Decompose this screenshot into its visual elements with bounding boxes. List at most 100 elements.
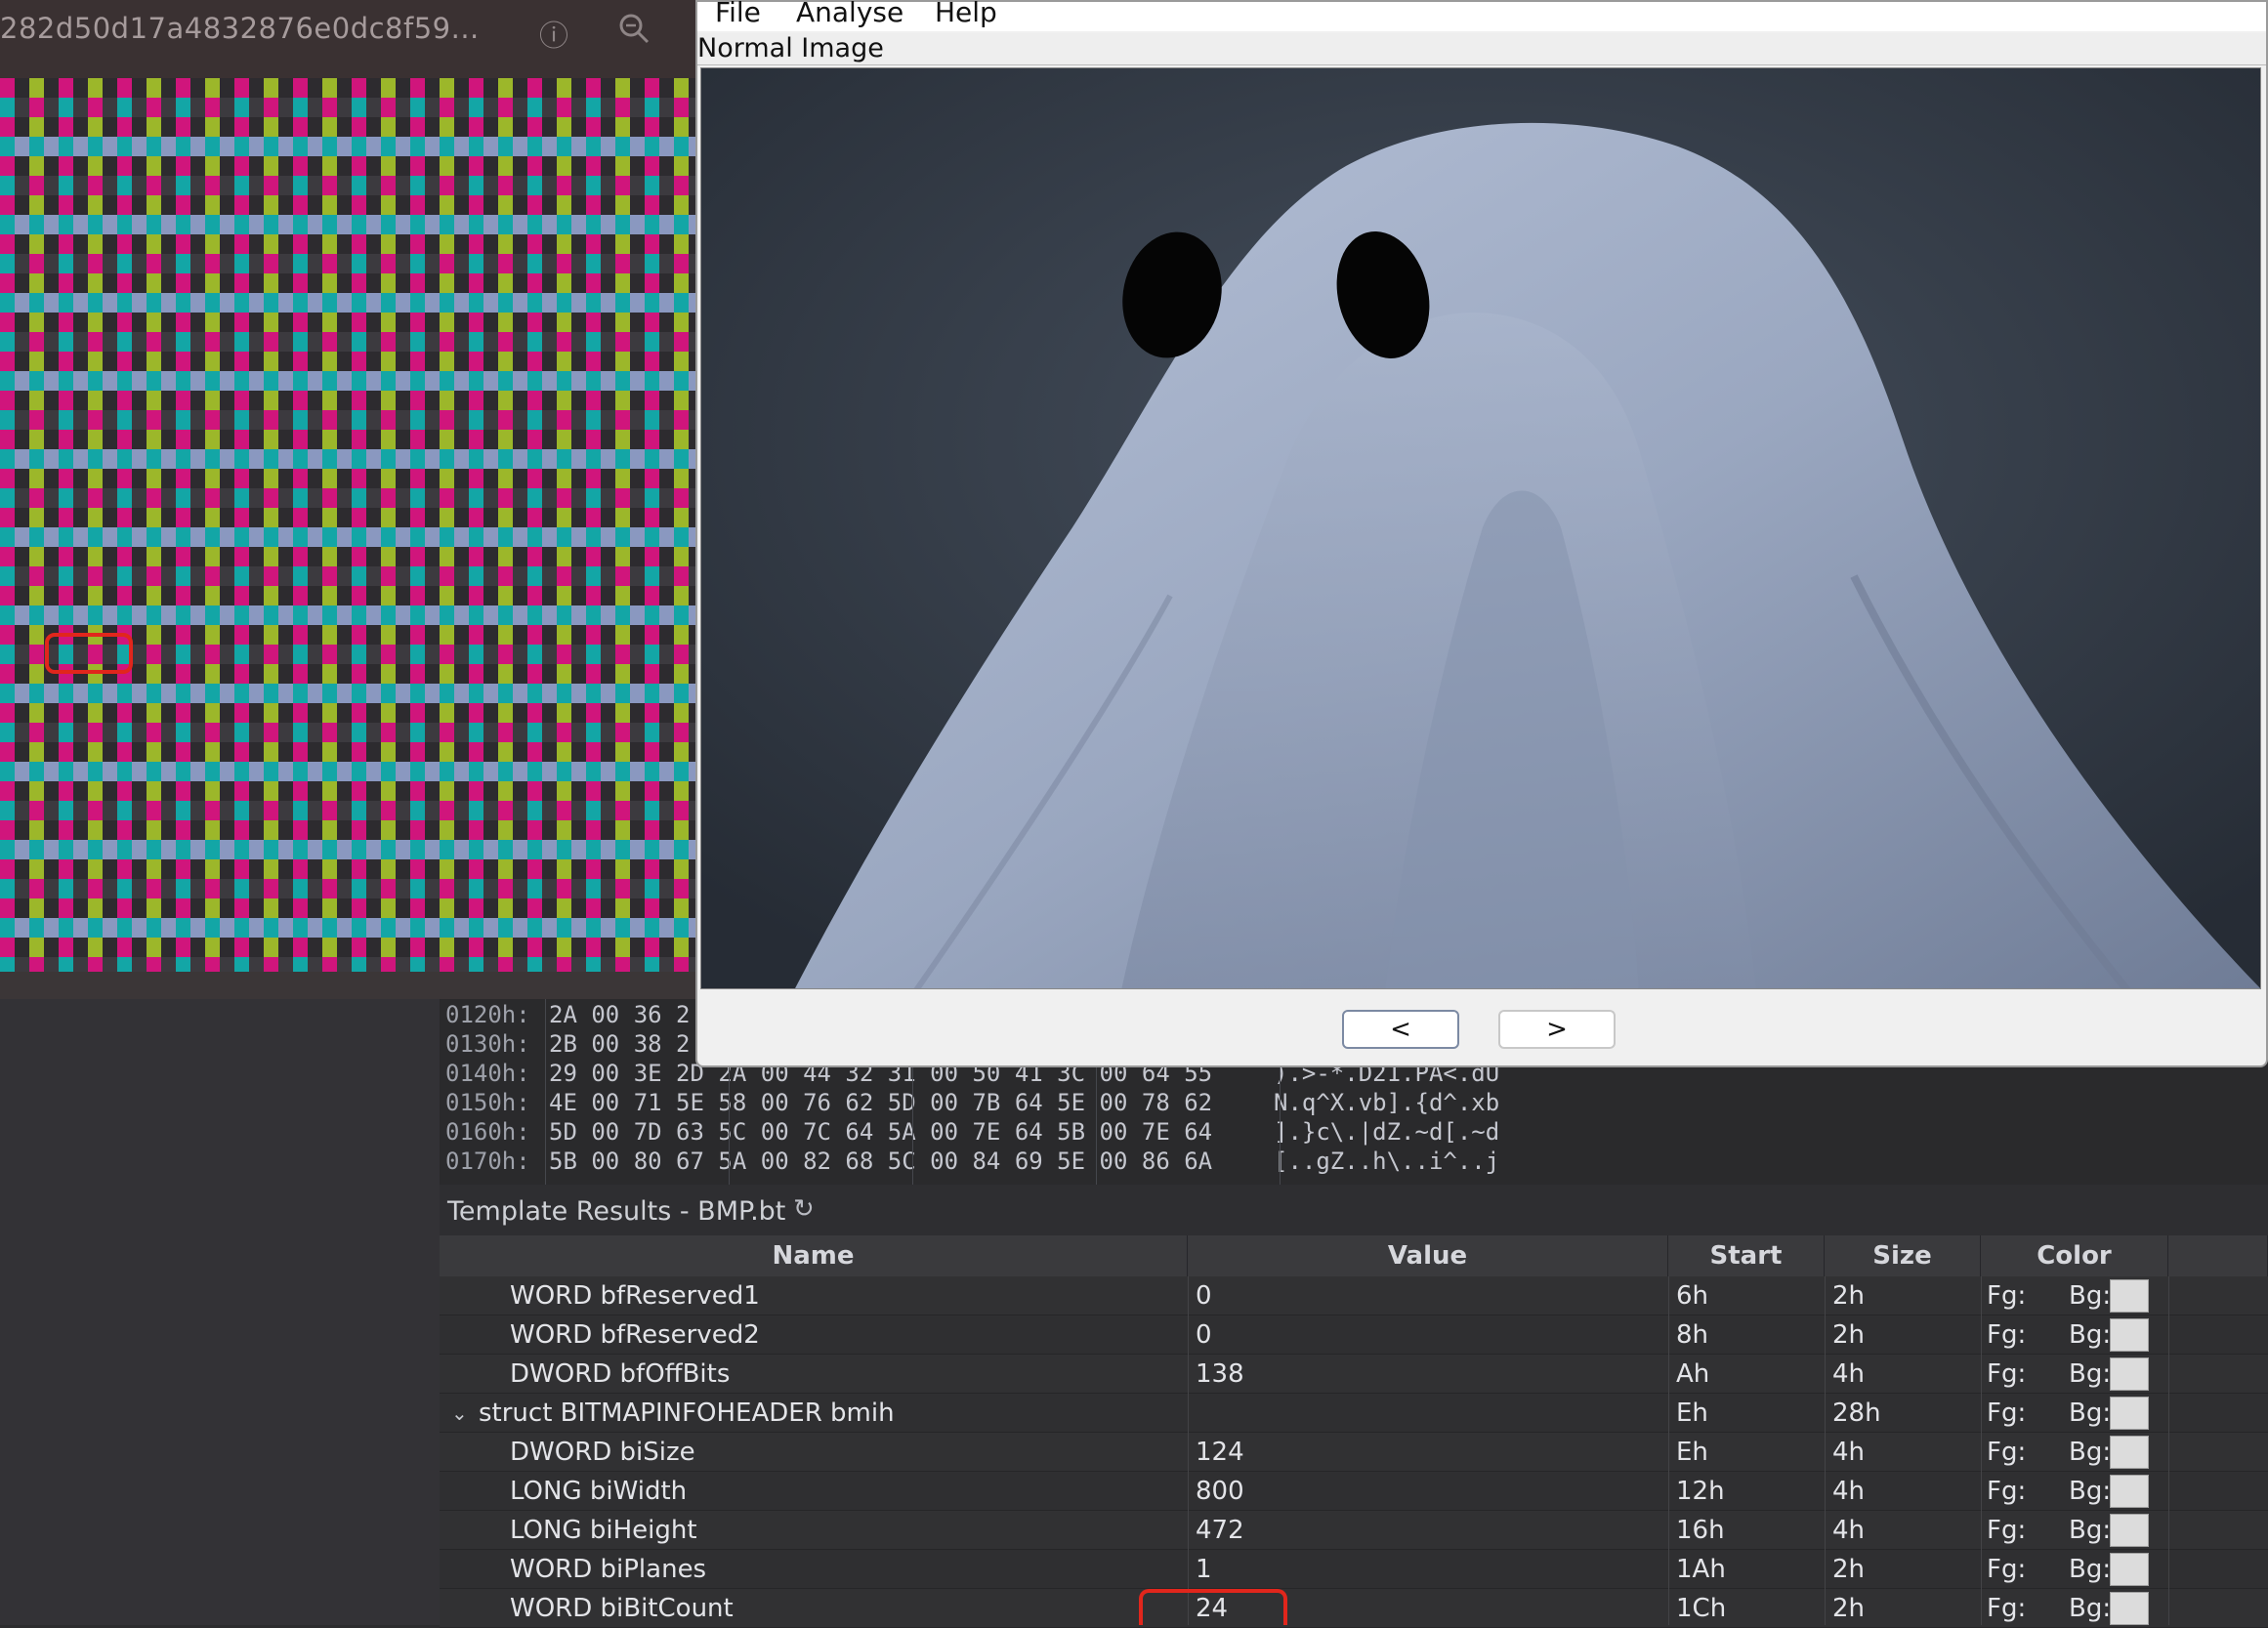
- pattern-cell: [293, 215, 308, 234]
- refresh-icon[interactable]: ↻: [793, 1194, 815, 1224]
- bg-color-swatch[interactable]: [2110, 1553, 2149, 1586]
- column-header-start[interactable]: Start: [1668, 1235, 1825, 1276]
- pattern-cell: [234, 547, 249, 566]
- pattern-cell: [176, 957, 190, 972]
- field-value[interactable]: 800: [1196, 1472, 1244, 1511]
- pattern-cell: [176, 371, 190, 391]
- pattern-cell: [557, 547, 571, 566]
- pattern-cell: [205, 957, 220, 972]
- table-row[interactable]: ⌄ struct BITMAPINFOHEADER bmih Eh 28h Fg: Bg:: [440, 1394, 2268, 1433]
- pattern-cell: [425, 684, 440, 703]
- field-value[interactable]: 0: [1196, 1315, 1212, 1355]
- zoom-icon[interactable]: [617, 12, 651, 53]
- table-row[interactable]: DWORD biSize 124 Eh 4h Fg: Bg:: [440, 1433, 2268, 1472]
- pattern-cell: [381, 605, 396, 625]
- pattern-cell: [132, 293, 147, 313]
- next-button[interactable]: >: [1498, 1010, 1616, 1049]
- pattern-cell: [15, 645, 29, 664]
- pattern-cell: [469, 547, 483, 566]
- pattern-cell: [586, 137, 601, 156]
- hex-bytes[interactable]: 4E 00 71 5E 58 00 76 62 5D 00 7B 64 5E 0…: [549, 1089, 1274, 1116]
- pattern-cell: [527, 684, 542, 703]
- field-value[interactable]: 472: [1196, 1511, 1244, 1550]
- pattern-cell: [308, 781, 322, 801]
- ghost-photo: [701, 68, 2260, 988]
- pattern-cell: [0, 664, 15, 684]
- menu-help[interactable]: Help: [935, 0, 997, 28]
- table-row[interactable]: WORD biBitCount 24 1Ch 2h Fg: Bg:: [440, 1589, 2268, 1628]
- table-row[interactable]: WORD bfReserved1 0 6h 2h Fg: Bg:: [440, 1276, 2268, 1315]
- bg-color-swatch[interactable]: [2110, 1592, 2149, 1625]
- bg-color-swatch[interactable]: [2110, 1357, 2149, 1391]
- pattern-cell: [366, 391, 381, 410]
- column-divider: [1668, 1276, 1669, 1625]
- bg-color-swatch[interactable]: [2110, 1475, 2149, 1508]
- field-value[interactable]: 124: [1196, 1433, 1244, 1472]
- info-icon[interactable]: ⓘ: [539, 12, 568, 55]
- pattern-cell: [542, 566, 557, 586]
- column-header-size[interactable]: Size: [1825, 1235, 1981, 1276]
- pattern-cell: [249, 879, 264, 898]
- pattern-cell: [88, 293, 103, 313]
- pattern-cell: [645, 176, 659, 195]
- pattern-cell: [674, 625, 689, 645]
- pattern-cell: [601, 762, 615, 781]
- table-row[interactable]: LONG biHeight 472 16h 4h Fg: Bg:: [440, 1511, 2268, 1550]
- pattern-cell: [527, 898, 542, 918]
- pixel-pattern-preview[interactable]: [0, 78, 695, 972]
- table-row[interactable]: WORD bfReserved2 0 8h 2h Fg: Bg:: [440, 1315, 2268, 1355]
- pattern-cell: [645, 566, 659, 586]
- table-row[interactable]: DWORD bfOffBits 138 Ah 4h Fg: Bg:: [440, 1355, 2268, 1394]
- field-value[interactable]: 1: [1196, 1550, 1212, 1589]
- bg-color-swatch[interactable]: [2110, 1397, 2149, 1430]
- pattern-cell: [15, 176, 29, 195]
- hex-bytes[interactable]: 5B 00 80 67 5A 00 82 68 5C 00 84 69 5E 0…: [549, 1148, 1274, 1175]
- pattern-cell: [513, 781, 527, 801]
- pattern-cell: [615, 215, 630, 234]
- bg-color-swatch[interactable]: [2110, 1279, 2149, 1313]
- field-name: DWORD biSize: [510, 1438, 695, 1467]
- hex-ascii[interactable]: ].}c\.|dZ.~d[.~d: [1274, 1118, 1499, 1146]
- prev-button[interactable]: <: [1342, 1010, 1459, 1049]
- pattern-cell: [689, 859, 695, 879]
- bg-color-swatch[interactable]: [2110, 1514, 2149, 1547]
- pattern-cell: [205, 762, 220, 781]
- pattern-cell: [176, 430, 190, 449]
- bg-color-swatch[interactable]: [2110, 1318, 2149, 1352]
- table-row[interactable]: LONG biWidth 800 12h 4h Fg: Bg:: [440, 1472, 2268, 1511]
- pattern-cell: [190, 898, 205, 918]
- hex-ascii[interactable]: [..gZ..h\..i^..j: [1274, 1148, 1499, 1175]
- menu-file[interactable]: File: [715, 0, 761, 28]
- pattern-cell: [59, 332, 73, 352]
- field-value[interactable]: 0: [1196, 1276, 1212, 1315]
- pattern-cell: [454, 957, 469, 972]
- pattern-cell: [615, 781, 630, 801]
- hex-divider: [545, 999, 546, 1185]
- pattern-cell: [29, 684, 44, 703]
- pattern-cell: [440, 234, 454, 254]
- pattern-cell: [190, 762, 205, 781]
- pattern-cell: [73, 859, 88, 879]
- pattern-cell: [205, 273, 220, 293]
- pattern-cell: [337, 332, 352, 352]
- hex-bytes[interactable]: 5D 00 7D 63 5C 00 7C 64 5A 00 7E 64 5B 0…: [549, 1118, 1274, 1146]
- pattern-cell: [381, 859, 396, 879]
- table-row[interactable]: WORD biPlanes 1 1Ah 2h Fg: Bg:: [440, 1550, 2268, 1589]
- pattern-cell: [59, 449, 73, 469]
- bg-color-swatch[interactable]: [2110, 1436, 2149, 1469]
- pattern-cell: [278, 762, 293, 781]
- pattern-cell: [601, 898, 615, 918]
- column-header-value[interactable]: Value: [1188, 1235, 1668, 1276]
- pattern-cell: [88, 391, 103, 410]
- menu-analyse[interactable]: Analyse: [796, 0, 903, 28]
- pattern-cell: [659, 488, 674, 508]
- pattern-cell: [425, 840, 440, 859]
- pattern-cell: [190, 801, 205, 820]
- column-header-color[interactable]: Color: [1981, 1235, 2168, 1276]
- pattern-cell: [103, 371, 117, 391]
- field-value[interactable]: 138: [1196, 1355, 1244, 1394]
- pattern-cell: [689, 332, 695, 352]
- hex-ascii[interactable]: N.q^X.vb].{d^.xb: [1274, 1089, 1499, 1116]
- chevron-down-icon[interactable]: ⌄: [451, 1394, 468, 1433]
- column-header-name[interactable]: Name: [440, 1235, 1188, 1276]
